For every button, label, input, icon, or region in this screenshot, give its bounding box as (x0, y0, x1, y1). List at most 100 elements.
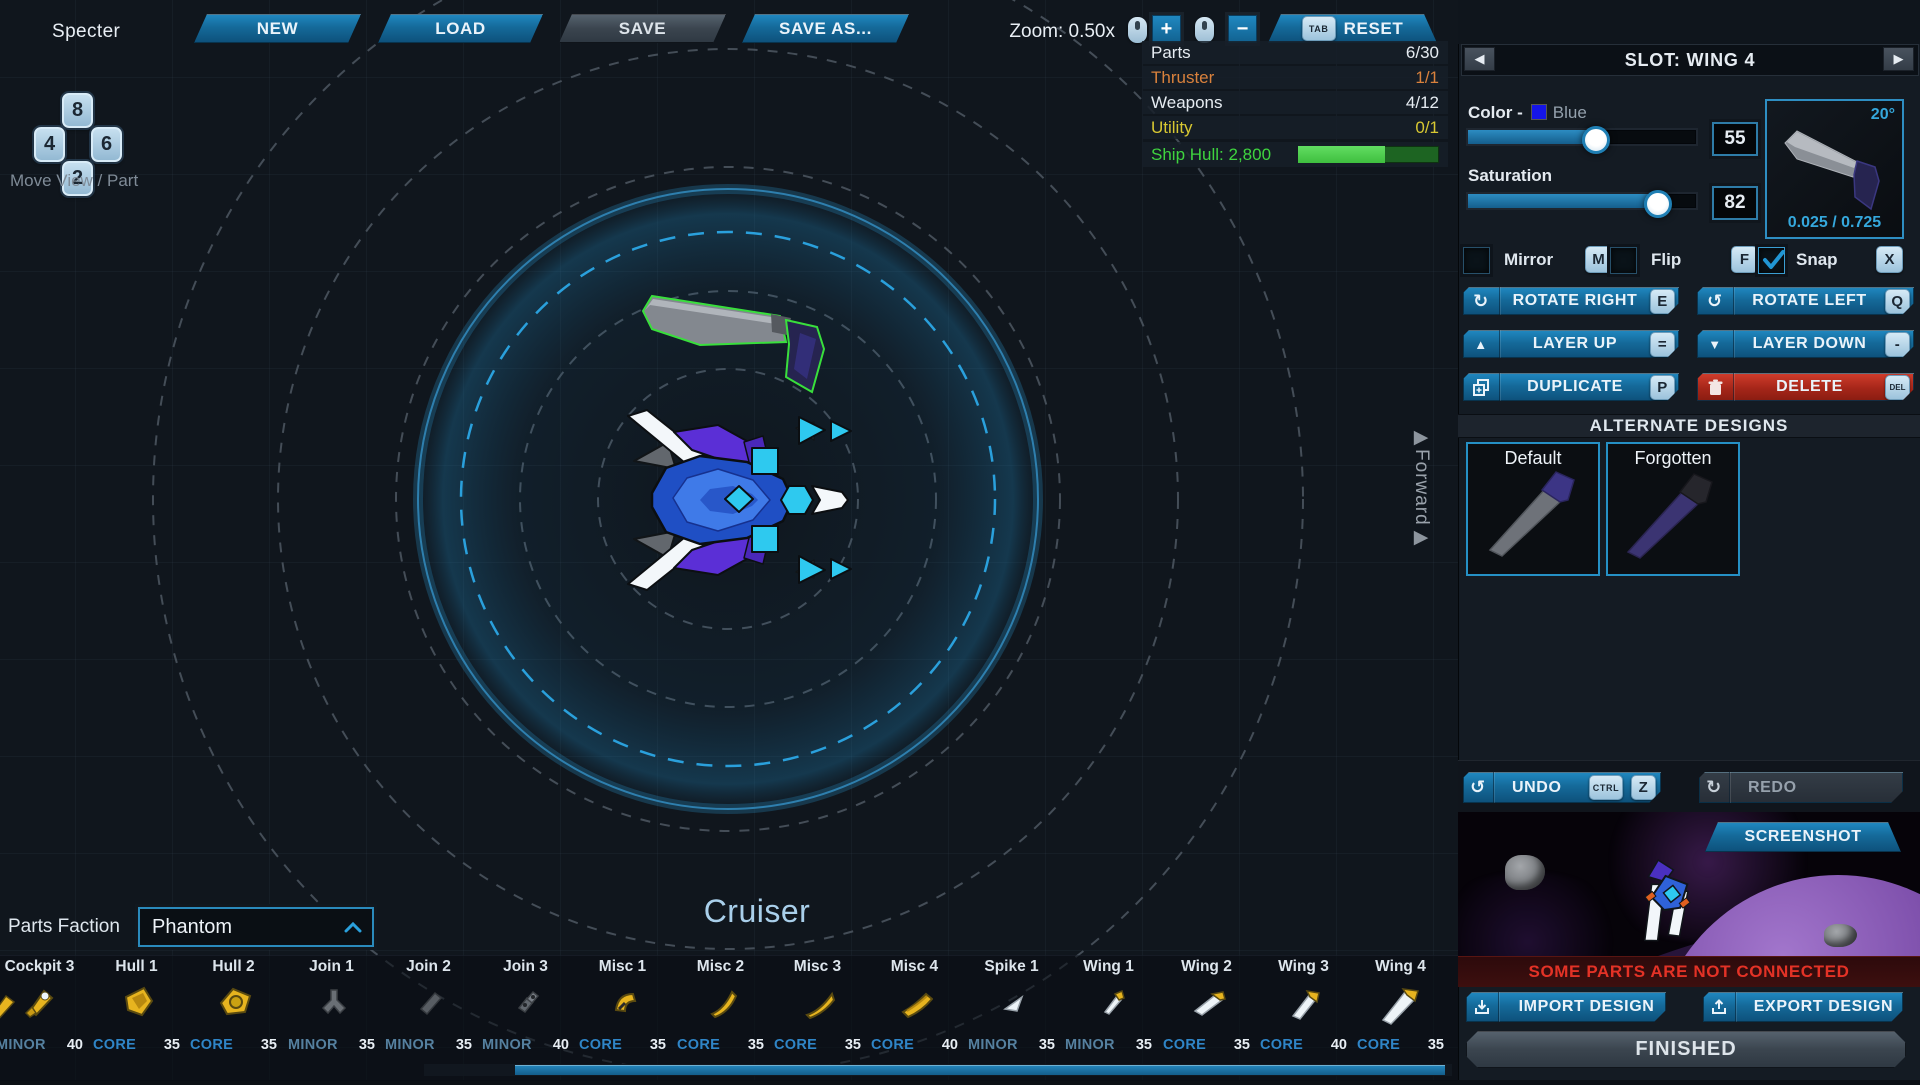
saturation-slider-knob[interactable] (1644, 190, 1672, 218)
saturation-slider[interactable] (1468, 194, 1696, 208)
color-slider[interactable] (1468, 130, 1696, 144)
part-coords: 0.025 / 0.725 (1767, 214, 1902, 232)
saturation-value-input[interactable]: 82 (1712, 186, 1758, 220)
ship-stats-panel: Parts6/30 Thruster1/1 Weapons4/12 Utilit… (1142, 41, 1448, 167)
mouse-scroll-down-icon (1195, 17, 1214, 43)
undo-button[interactable]: ↺ UNDO CTRL Z (1463, 772, 1661, 803)
prev-slot-button[interactable]: ◀ (1464, 47, 1495, 71)
part-cell-hull-1[interactable]: Hull 1 CORE35 (88, 958, 185, 1053)
layer-up-key-badge: = (1650, 332, 1675, 357)
part-preview-box: 20° 0.025 / 0.725 (1765, 99, 1904, 239)
part-cell-misc-2[interactable]: Misc 2 CORE35 (672, 958, 769, 1053)
snap-label: Snap (1796, 250, 1838, 270)
part-icon-misc4 (897, 983, 933, 1019)
z-key-badge: Z (1631, 775, 1656, 800)
finished-button[interactable]: FINISHED (1466, 1031, 1906, 1068)
rotate-left-key-badge: Q (1885, 289, 1910, 314)
saturation-label: Saturation (1468, 166, 1552, 186)
panel-top-strip (1458, 0, 1920, 44)
parts-faction-label: Parts Faction (8, 916, 120, 938)
part-icon-spike1 (994, 983, 1030, 1019)
part-cell-misc-1[interactable]: Misc 1 CORE35 (574, 958, 671, 1053)
stat-row-thruster: Thruster1/1 (1142, 66, 1448, 89)
delete-button[interactable]: DELETE DEL (1697, 373, 1914, 401)
import-design-button[interactable]: IMPORT DESIGN (1466, 992, 1666, 1022)
tab-key-badge: TAB (1302, 16, 1336, 41)
layer-down-icon: ▼ (1697, 330, 1734, 358)
save-as-button[interactable]: SAVE AS... (742, 14, 909, 43)
new-button[interactable]: NEW (194, 14, 361, 43)
forward-marker: ▶ Forward ▶ (1404, 428, 1438, 578)
part-cell-wing-4[interactable]: Wing 4 CORE35 (1352, 958, 1449, 1053)
redo-button[interactable]: ↻ REDO (1699, 772, 1903, 803)
part-cell-wing-2[interactable]: Wing 2 CORE35 (1158, 958, 1255, 1053)
part-cell-wing-3[interactable]: Wing 3 CORE40 (1255, 958, 1352, 1053)
part-cell-hull-2[interactable]: Hull 2 CORE35 (185, 958, 282, 1053)
reset-view-button[interactable]: TAB RESET (1268, 14, 1437, 43)
export-icon (1703, 992, 1736, 1022)
layer-down-key-badge: - (1885, 332, 1910, 357)
numpad8-key-hint: 8 (62, 93, 93, 128)
part-icon-hull1 (119, 983, 155, 1019)
part-icon-wing3 (1284, 983, 1324, 1023)
flip-key-badge: F (1731, 246, 1758, 273)
part-icon-misc2 (703, 983, 739, 1019)
save-button[interactable]: SAVE (559, 14, 726, 43)
forward-label: Forward (1410, 449, 1432, 526)
undo-icon: ↺ (1463, 772, 1494, 803)
alternate-designs-header: ALTERNATE DESIGNS (1458, 414, 1920, 438)
part-cell-join-3[interactable]: Join 3 MINOR40 (477, 958, 574, 1053)
part-icon-wing4 (1378, 983, 1424, 1025)
flip-checkbox[interactable] (1610, 247, 1637, 274)
stat-row-ship-hull: Ship Hull: 2,800 (1142, 142, 1448, 167)
part-icon-join1 (314, 983, 350, 1019)
color-value-input[interactable]: 55 (1712, 122, 1758, 156)
export-design-button[interactable]: EXPORT DESIGN (1703, 992, 1903, 1022)
rotate-right-button[interactable]: ↻ ROTATE RIGHT E (1463, 287, 1679, 315)
parts-scrollbar-track[interactable] (424, 1064, 1452, 1076)
numpad4-key-hint: 4 (34, 127, 65, 162)
load-button[interactable]: LOAD (378, 14, 543, 43)
duplicate-button[interactable]: DUPLICATE P (1463, 373, 1679, 401)
part-cell-cockpit-3[interactable]: Cockpit 3 MINOR40 (0, 958, 88, 1053)
duplicate-key-badge: P (1650, 375, 1675, 400)
part-cell-join-2[interactable]: Join 2 MINOR35 (380, 958, 477, 1053)
mirror-key-badge: M (1585, 246, 1612, 273)
parts-scrollbar-thumb[interactable] (515, 1065, 1445, 1075)
alt-design-forgotten[interactable]: Forgotten (1606, 442, 1740, 576)
stat-row-weapons: Weapons4/12 (1142, 91, 1448, 114)
mirror-label: Mirror (1504, 250, 1553, 270)
hull-bar (1298, 146, 1439, 163)
part-cell-spike-1[interactable]: Spike 1 MINOR35 (963, 958, 1060, 1053)
part-cell-misc-4[interactable]: Misc 4 CORE40 (866, 958, 963, 1053)
mouse-scroll-up-icon (1128, 17, 1147, 43)
part-icon-misc3 (800, 983, 836, 1019)
part-cell-join-1[interactable]: Join 1 MINOR35 (283, 958, 380, 1053)
parts-faction-dropdown[interactable]: Phantom (138, 907, 374, 947)
screenshot-button[interactable]: SCREENSHOT (1705, 822, 1901, 852)
snap-checkbox[interactable] (1758, 247, 1785, 274)
layer-down-button[interactable]: ▼ LAYER DOWN - (1697, 330, 1914, 358)
part-icon-misc1 (605, 983, 641, 1019)
rotate-cw-icon: ↻ (1463, 287, 1500, 315)
connection-warning: SOME PARTS ARE NOT CONNECTED (1458, 956, 1920, 987)
next-slot-button[interactable]: ▶ (1883, 47, 1914, 71)
zoom-out-button[interactable]: − (1228, 15, 1257, 43)
layer-up-icon: ▲ (1463, 330, 1500, 358)
rotate-ccw-icon: ↺ (1697, 287, 1734, 315)
part-cell-misc-3[interactable]: Misc 3 CORE35 (769, 958, 866, 1053)
redo-icon: ↻ (1699, 772, 1730, 803)
ctrl-key-badge: CTRL (1589, 775, 1623, 800)
alt-design-default[interactable]: Default (1466, 442, 1600, 576)
part-angle: 20° (1871, 106, 1895, 124)
layer-up-button[interactable]: ▲ LAYER UP = (1463, 330, 1679, 358)
part-icon-wing1 (1091, 983, 1127, 1019)
ship-name: Specter (52, 21, 120, 43)
rotate-left-button[interactable]: ↺ ROTATE LEFT Q (1697, 287, 1914, 315)
mirror-checkbox[interactable] (1463, 247, 1490, 274)
zoom-in-button[interactable]: + (1152, 15, 1181, 43)
forward-arrow-icon: ▶ (1414, 428, 1429, 447)
flip-label: Flip (1651, 250, 1681, 270)
forward-arrow-icon: ▶ (1414, 528, 1429, 547)
part-cell-wing-1[interactable]: Wing 1 MINOR35 (1060, 958, 1157, 1053)
